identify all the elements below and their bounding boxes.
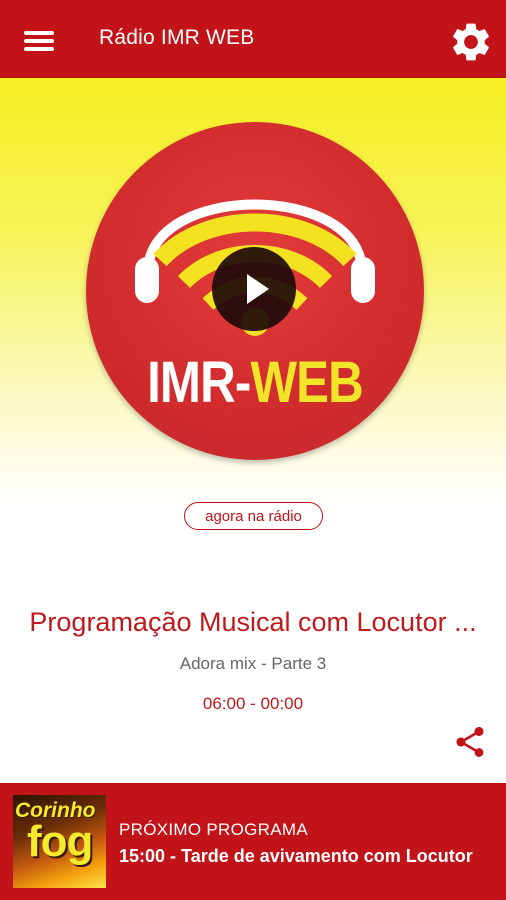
current-program-time: 06:00 - 00:00 [202, 694, 304, 713]
hamburger-menu-icon [24, 31, 54, 35]
share-icon [456, 727, 484, 757]
current-program-subtitle: Adora mix - Parte 3 [179, 654, 327, 673]
next-program-title: 15:00 - Tarde de avivamento com Locutor [119, 846, 473, 866]
current-program-title: Programação Musical com Locutor ... [29, 607, 477, 637]
logo-wordmark: IMR-WEB [147, 350, 364, 415]
gear-icon [453, 23, 489, 61]
app-title: Rádio IMR WEB [99, 26, 255, 49]
next-program-label: PRÓXIMO PROGRAMA [119, 820, 308, 839]
settings-button[interactable] [448, 19, 494, 65]
play-icon [247, 274, 269, 304]
next-program-bar[interactable]: Corinho fog PRÓXIMO PROGRAMA 15:00 - Tar… [0, 783, 506, 900]
play-button[interactable] [212, 247, 296, 331]
app-bar: Rádio IMR WEB [0, 0, 506, 78]
menu-button[interactable] [16, 22, 64, 58]
share-button[interactable] [452, 724, 488, 760]
station-logo: IMR-WEB [86, 122, 424, 460]
now-playing-badge[interactable]: agora na rádio [184, 502, 323, 530]
next-program-thumbnail: Corinho fog [13, 795, 106, 888]
